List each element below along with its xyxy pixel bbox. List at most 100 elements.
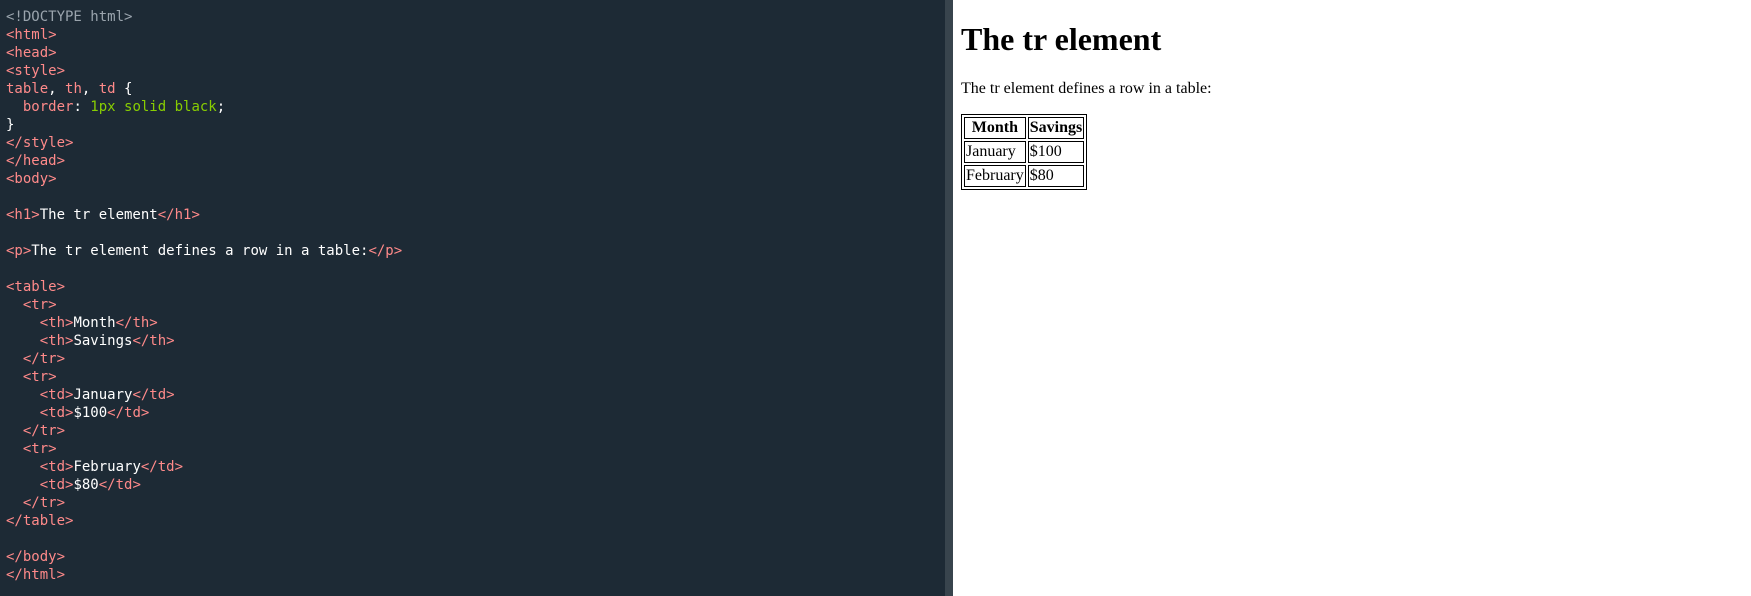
table-cell: $80	[1027, 165, 1085, 187]
code-line[interactable]: <tr>	[6, 368, 945, 386]
code-token: ,	[81, 81, 99, 97]
table-cell: February	[964, 165, 1026, 187]
code-token: January	[73, 387, 133, 403]
table-row: Month Savings	[964, 117, 1085, 139]
code-line[interactable]: <tr>	[6, 440, 945, 458]
code-token: td	[98, 81, 116, 97]
tryit-editor-app: <!DOCTYPE html> <html> <head> <style> table,…	[0, 0, 1751, 596]
code-token: </html>	[6, 567, 66, 583]
code-line[interactable]: <table>	[6, 278, 945, 296]
code-line[interactable]: </body>	[6, 548, 945, 566]
table-row: January $100	[964, 141, 1085, 163]
code-token: <style>	[6, 63, 66, 79]
code-token: <td>	[39, 405, 74, 421]
code-token: </td>	[107, 405, 150, 421]
code-token: Month	[73, 315, 116, 331]
code-token: <tr>	[22, 369, 57, 385]
code-line[interactable]: <head>	[6, 44, 945, 62]
code-line[interactable]: <td>February</td>	[6, 458, 945, 476]
code-line[interactable]: border: 1px solid black;	[6, 98, 945, 116]
code-token: February	[73, 459, 141, 475]
code-token: <body>	[6, 171, 57, 187]
code-token: <table>	[6, 279, 66, 295]
code-line[interactable]	[6, 224, 945, 242]
code-line[interactable]: </tr>	[6, 422, 945, 440]
code-token: </td>	[140, 459, 184, 475]
code-line[interactable]: <body>	[6, 170, 945, 188]
code-line[interactable]: }	[6, 116, 945, 134]
code-token: </style>	[6, 135, 74, 151]
table-cell: $100	[1027, 141, 1085, 163]
code-token: </body>	[6, 549, 66, 565]
code-token: <tr>	[22, 297, 57, 313]
code-token: <p>	[6, 243, 32, 259]
code-token: th	[65, 81, 82, 97]
code-line[interactable]: <!DOCTYPE html>	[6, 8, 945, 26]
preview-table: Month Savings January $100 February $80	[961, 114, 1088, 190]
code-token: {	[115, 81, 133, 97]
code-line[interactable]: <td>$100</td>	[6, 404, 945, 422]
code-token: </p>	[368, 243, 403, 259]
code-token: $100	[73, 405, 108, 421]
code-token: <td>	[39, 477, 74, 493]
code-token: ,	[48, 81, 66, 97]
table-cell: January	[964, 141, 1026, 163]
code-line[interactable]: </style>	[6, 134, 945, 152]
pane-splitter[interactable]	[945, 0, 953, 596]
code-token: The tr element defines a row in a table:	[31, 243, 369, 259]
code-token: }	[6, 117, 15, 133]
code-token: ;	[216, 99, 226, 115]
code-token: <head>	[6, 45, 57, 61]
code-line[interactable]: </tr>	[6, 494, 945, 512]
code-token: The tr element	[39, 207, 158, 223]
code-token: <th>	[39, 333, 74, 349]
code-line[interactable]	[6, 260, 945, 278]
code-line[interactable]: <p>The tr element defines a row in a tab…	[6, 242, 945, 260]
table-header-month: Month	[964, 117, 1026, 139]
code-token: 1px solid black	[90, 99, 217, 115]
code-line[interactable]: table, th, td {	[6, 80, 945, 98]
code-line[interactable]: </head>	[6, 152, 945, 170]
code-line[interactable]: <th>Month</th>	[6, 314, 945, 332]
result-preview: The tr element The tr element defines a …	[953, 0, 1751, 596]
code-line[interactable]	[6, 530, 945, 548]
code-line[interactable]: <td>January</td>	[6, 386, 945, 404]
code-token: <!DOCTYPE html>	[6, 9, 133, 25]
code-line[interactable]: <th>Savings</th>	[6, 332, 945, 350]
code-token: </tr>	[22, 423, 66, 439]
code-token: </tr>	[22, 495, 66, 511]
code-token: <td>	[39, 387, 74, 403]
code-token: $80	[73, 477, 99, 493]
preview-heading: The tr element	[961, 21, 1162, 57]
code-line[interactable]: <h1>The tr element</h1>	[6, 206, 945, 224]
code-line[interactable]: <html>	[6, 26, 945, 44]
code-token: </tr>	[22, 351, 66, 367]
code-line[interactable]: </table>	[6, 512, 945, 530]
code-editor[interactable]: <!DOCTYPE html> <html> <head> <style> table,…	[0, 0, 945, 596]
code-line[interactable]: </tr>	[6, 350, 945, 368]
code-token: <th>	[39, 315, 74, 331]
code-line[interactable]: </html>	[6, 566, 945, 584]
code-token: <td>	[39, 459, 74, 475]
code-token: <h1>	[6, 207, 40, 223]
code-line[interactable]: <tr>	[6, 296, 945, 314]
code-token: Savings	[73, 333, 133, 349]
code-line[interactable]: <style>	[6, 62, 945, 80]
code-token: <html>	[6, 27, 57, 43]
code-token: </table>	[6, 513, 74, 529]
code-token: table	[6, 81, 49, 97]
code-line[interactable]: <td>$80</td>	[6, 476, 945, 494]
code-token: </th>	[115, 315, 158, 331]
code-token: <tr>	[22, 441, 57, 457]
table-row: February $80	[964, 165, 1085, 187]
code-token: </head>	[6, 153, 66, 169]
code-token: border	[6, 99, 74, 115]
code-line[interactable]	[6, 188, 945, 206]
